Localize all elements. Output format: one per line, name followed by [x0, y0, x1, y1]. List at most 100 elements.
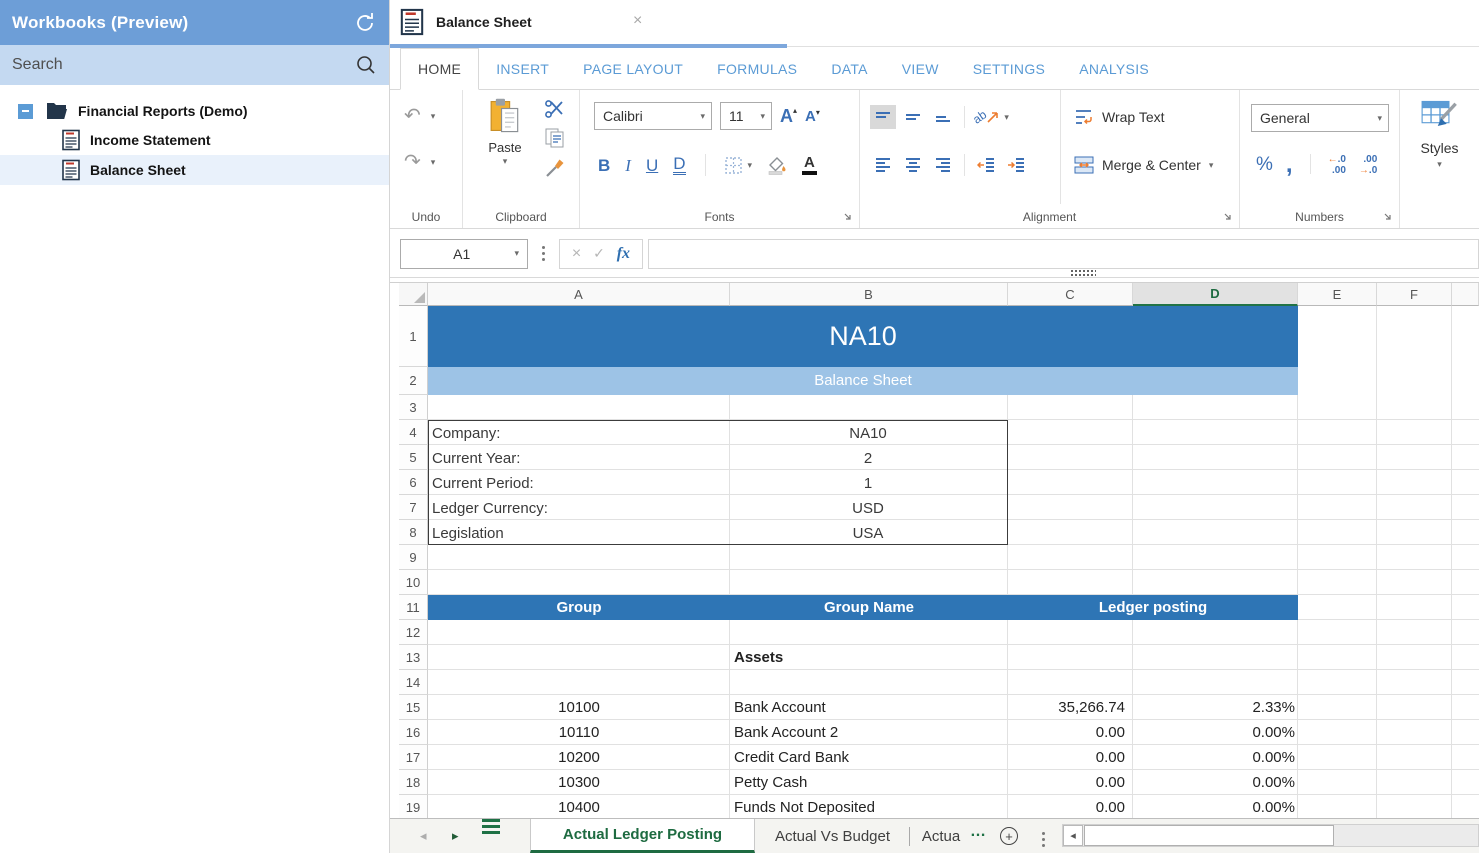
italic-button[interactable]: I: [625, 157, 631, 174]
select-all-corner[interactable]: [399, 283, 428, 306]
search-icon[interactable]: [355, 54, 377, 76]
wrap-text-button[interactable]: Wrap Text: [1074, 108, 1165, 126]
sheet-scroll-right-icon[interactable]: ▸: [452, 819, 459, 853]
copy-icon[interactable]: [545, 128, 565, 148]
column-header-d[interactable]: D: [1133, 283, 1298, 306]
column-header-a[interactable]: A: [428, 283, 730, 306]
chevron-down-icon[interactable]: ▾: [431, 112, 436, 121]
font-size-select[interactable]: 11 ▾: [720, 102, 772, 130]
chevron-down-icon[interactable]: ▾: [431, 158, 436, 167]
sidebar-item-income-statement[interactable]: Income Statement: [0, 125, 389, 155]
cells-area[interactable]: NA10 Balance Sheet Company: NA10 Current…: [428, 306, 1479, 818]
text-orientation-button[interactable]: ab ▾: [973, 110, 1009, 124]
row-header[interactable]: 5: [399, 445, 428, 470]
format-painter-icon[interactable]: [545, 158, 565, 178]
company-info-box[interactable]: Company: NA10 Current Year: 2 Current Pe…: [428, 420, 1008, 545]
section-label-assets[interactable]: Assets: [734, 645, 1004, 670]
redo-icon[interactable]: ↷: [404, 152, 421, 172]
column-header-b[interactable]: B: [730, 283, 1008, 306]
column-header-f[interactable]: F: [1377, 283, 1452, 306]
row-header[interactable]: 13: [399, 645, 428, 670]
align-center-button[interactable]: [900, 153, 926, 177]
comma-button[interactable]: ,: [1286, 158, 1293, 172]
cut-icon[interactable]: [545, 100, 565, 118]
formula-bar-handle[interactable]: [542, 246, 545, 261]
scrollbar-thumb[interactable]: [1084, 825, 1334, 846]
row-header[interactable]: 19: [399, 795, 428, 818]
shrink-font-button[interactable]: A ▾: [805, 109, 820, 124]
row-header[interactable]: 1: [399, 306, 428, 367]
align-right-button[interactable]: [930, 153, 956, 177]
sheet-list-menu-icon[interactable]: [482, 819, 500, 853]
table-row[interactable]: 10200 Credit Card Bank 0.00 0.00%: [428, 745, 1298, 770]
row-header[interactable]: 8: [399, 520, 428, 545]
add-sheet-button[interactable]: +: [1000, 827, 1018, 845]
row-header[interactable]: 11: [399, 595, 428, 620]
table-row[interactable]: 10400 Funds Not Deposited 0.00 0.00%: [428, 795, 1298, 818]
grow-font-button[interactable]: A ▴: [780, 107, 797, 125]
dialog-launcher-icon[interactable]: [843, 212, 853, 222]
formula-input[interactable]: [648, 239, 1479, 269]
formula-bar-resize-gripper[interactable]: [1070, 269, 1096, 276]
close-icon[interactable]: ×: [633, 13, 642, 29]
increase-indent-button[interactable]: [1003, 153, 1029, 177]
table-row[interactable]: 10100 Bank Account 35,266.74 2.33%: [428, 695, 1298, 720]
collapse-icon[interactable]: [18, 104, 33, 119]
row-header[interactable]: 17: [399, 745, 428, 770]
tab-settings[interactable]: SETTINGS: [956, 48, 1062, 89]
row-header[interactable]: 9: [399, 545, 428, 570]
scrollbar-left-icon[interactable]: ◂: [1063, 825, 1083, 846]
row-header[interactable]: 16: [399, 720, 428, 745]
column-header-c[interactable]: C: [1008, 283, 1133, 306]
document-tab[interactable]: Balance Sheet: [390, 0, 532, 44]
percent-button[interactable]: %: [1256, 154, 1273, 176]
row-header[interactable]: 15: [399, 695, 428, 720]
column-header-e[interactable]: E: [1298, 283, 1377, 306]
bold-button[interactable]: B: [598, 157, 610, 174]
row-header[interactable]: 14: [399, 670, 428, 695]
row-header[interactable]: 12: [399, 620, 428, 645]
tab-home[interactable]: HOME: [400, 48, 479, 90]
number-format-select[interactable]: General ▾: [1251, 104, 1389, 132]
row-header[interactable]: 2: [399, 367, 428, 395]
row-header[interactable]: 18: [399, 770, 428, 795]
align-bottom-button[interactable]: [930, 105, 956, 129]
dialog-launcher-icon[interactable]: [1223, 212, 1233, 222]
tree-folder-row[interactable]: Financial Reports (Demo): [0, 97, 389, 125]
table-row[interactable]: 10300 Petty Cash 0.00 0.00%: [428, 770, 1298, 795]
tab-analysis[interactable]: ANALYSIS: [1062, 48, 1166, 89]
horizontal-scrollbar[interactable]: ◂: [1062, 824, 1479, 847]
column-header-partial[interactable]: [1452, 283, 1479, 306]
tab-view[interactable]: VIEW: [885, 48, 956, 89]
sheet-overflow-icon[interactable]: …: [970, 823, 986, 841]
sheet-scroll-left-icon[interactable]: ◂: [420, 819, 427, 853]
confirm-icon[interactable]: ✓: [593, 245, 605, 262]
align-left-button[interactable]: [870, 153, 896, 177]
increase-decimal-button[interactable]: .00 →.0: [1359, 154, 1377, 176]
insert-function-icon[interactable]: fx: [617, 245, 630, 263]
row-header[interactable]: 7: [399, 495, 428, 520]
cell-subtitle-banner[interactable]: Balance Sheet: [428, 367, 1298, 395]
borders-button[interactable]: ▾: [725, 157, 753, 174]
font-name-select[interactable]: Calibri ▾: [594, 102, 712, 130]
name-box[interactable]: A1 ▾: [400, 239, 528, 269]
row-header[interactable]: 4: [399, 420, 428, 445]
decrease-decimal-button[interactable]: ←.0 .00: [1328, 154, 1346, 176]
row-header[interactable]: 3: [399, 395, 428, 420]
styles-button[interactable]: Styles ▾: [1400, 100, 1479, 169]
cell-title-banner[interactable]: NA10: [428, 306, 1298, 367]
decrease-indent-button[interactable]: [973, 153, 999, 177]
double-underline-button[interactable]: D: [673, 155, 685, 175]
tab-page-layout[interactable]: PAGE LAYOUT: [566, 48, 700, 89]
cancel-icon[interactable]: ×: [572, 245, 581, 263]
sheet-tab-actual-vs-budget[interactable]: Actual Vs Budget: [760, 819, 905, 853]
merge-center-button[interactable]: Merge & Center ▾: [1074, 156, 1213, 174]
sheet-tab-actual-ledger-posting[interactable]: Actual Ledger Posting: [530, 819, 755, 853]
align-top-button[interactable]: [870, 105, 896, 129]
row-header[interactable]: 10: [399, 570, 428, 595]
dialog-launcher-icon[interactable]: [1383, 212, 1393, 222]
undo-icon[interactable]: ↶: [404, 106, 421, 126]
refresh-icon[interactable]: [353, 11, 377, 35]
tab-data[interactable]: DATA: [814, 48, 884, 89]
sidebar-item-balance-sheet[interactable]: Balance Sheet: [0, 155, 389, 185]
